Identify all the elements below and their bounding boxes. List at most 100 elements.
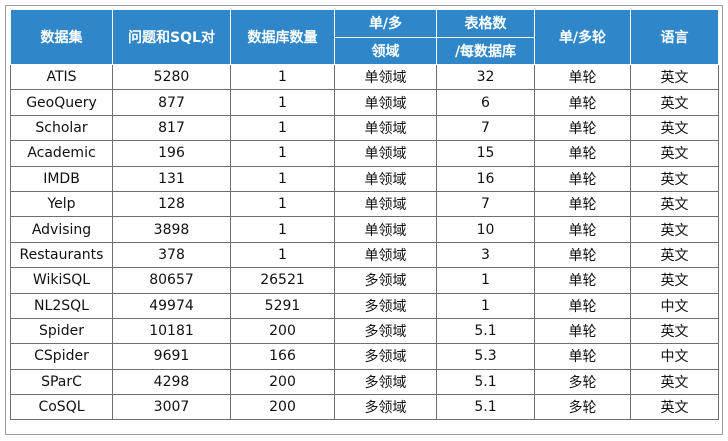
cell-dataset: Spider <box>10 317 113 345</box>
cell-db-count: 1 <box>230 114 335 142</box>
cell-domain: 多领域 <box>334 292 437 319</box>
table-body: ATIS 5280 1 单领域 32 单轮 英文 GeoQuery 877 1 单领域 6 单轮 英文 Sc… <box>10 63 719 421</box>
table-row: Advising 3898 1 单领域 10 单轮 英文 <box>10 216 719 243</box>
cell-pairs: 3898 <box>112 216 231 243</box>
header-turns: 单/多轮 <box>534 9 631 65</box>
cell-pairs: 3007 <box>112 394 231 421</box>
cell-tables: 7 <box>436 114 535 142</box>
cell-domain: 多领域 <box>334 343 437 370</box>
cell-pairs: 49974 <box>112 292 231 319</box>
cell-turns: 多轮 <box>534 394 631 421</box>
cell-db-count: 1 <box>230 165 335 192</box>
cell-db-count: 166 <box>230 343 335 370</box>
dataset-table: 数据集 问题和SQL对 数据库数量 单/多 表格数 单/多轮 语言 领域 /每数… <box>10 9 719 421</box>
table-row: Scholar 817 1 单领域 7 单轮 英文 <box>10 114 719 142</box>
header-language: 语言 <box>630 9 719 65</box>
cell-domain: 多领域 <box>334 317 437 345</box>
cell-domain: 单领域 <box>334 114 437 142</box>
cell-db-count: 1 <box>230 241 335 269</box>
cell-dataset: Yelp <box>10 190 113 218</box>
cell-domain: 多领域 <box>334 368 437 396</box>
table-header: 数据集 问题和SQL对 数据库数量 单/多 表格数 单/多轮 语言 领域 /每数… <box>10 9 719 65</box>
cell-language: 英文 <box>630 368 719 396</box>
cell-tables: 5.3 <box>436 343 535 370</box>
cell-dataset: IMDB <box>10 165 113 192</box>
cell-tables: 5.1 <box>436 394 535 421</box>
cell-db-count: 5291 <box>230 292 335 319</box>
cell-db-count: 200 <box>230 394 335 421</box>
table-row: NL2SQL 49974 5291 多领域 1 单轮 中文 <box>10 292 719 319</box>
cell-pairs: 196 <box>112 140 231 167</box>
cell-tables: 5.1 <box>436 368 535 396</box>
cell-turns: 单轮 <box>534 140 631 167</box>
cell-turns: 多轮 <box>534 368 631 396</box>
table-frame: 数据集 问题和SQL对 数据库数量 单/多 表格数 单/多轮 语言 领域 /每数… <box>5 5 723 435</box>
table-row: Yelp 128 1 单领域 7 单轮 英文 <box>10 190 719 218</box>
cell-language: 英文 <box>630 216 719 243</box>
cell-pairs: 80657 <box>112 267 231 294</box>
cell-turns: 单轮 <box>534 63 631 91</box>
cell-tables: 6 <box>436 89 535 116</box>
cell-tables: 5.1 <box>436 317 535 345</box>
cell-pairs: 131 <box>112 165 231 192</box>
header-db-count: 数据库数量 <box>230 9 335 65</box>
cell-turns: 单轮 <box>534 343 631 370</box>
header-dataset: 数据集 <box>10 9 113 65</box>
cell-language: 英文 <box>630 63 719 91</box>
cell-domain: 多领域 <box>334 394 437 421</box>
cell-pairs: 817 <box>112 114 231 142</box>
table-row: GeoQuery 877 1 单领域 6 单轮 英文 <box>10 89 719 116</box>
cell-db-count: 1 <box>230 63 335 91</box>
cell-domain: 单领域 <box>334 190 437 218</box>
cell-pairs: 877 <box>112 89 231 116</box>
cell-dataset: Restaurants <box>10 241 113 269</box>
cell-tables: 1 <box>436 292 535 319</box>
header-tables-top: 表格数 <box>436 9 535 38</box>
cell-domain: 单领域 <box>334 216 437 243</box>
cell-dataset: NL2SQL <box>10 292 113 319</box>
table-row: SParC 4298 200 多领域 5.1 多轮 英文 <box>10 368 719 396</box>
table-row: Spider 10181 200 多领域 5.1 单轮 英文 <box>10 317 719 345</box>
table-row: Academic 196 1 单领域 15 单轮 英文 <box>10 140 719 167</box>
cell-db-count: 1 <box>230 190 335 218</box>
cell-tables: 1 <box>436 267 535 294</box>
cell-language: 英文 <box>630 190 719 218</box>
cell-dataset: ATIS <box>10 63 113 91</box>
cell-dataset: WikiSQL <box>10 267 113 294</box>
cell-language: 英文 <box>630 267 719 294</box>
cell-turns: 单轮 <box>534 165 631 192</box>
cell-tables: 10 <box>436 216 535 243</box>
cell-domain: 单领域 <box>334 63 437 91</box>
cell-language: 英文 <box>630 317 719 345</box>
table-row: CSpider 9691 166 多领域 5.3 单轮 中文 <box>10 343 719 370</box>
cell-dataset: SParC <box>10 368 113 396</box>
cell-dataset: GeoQuery <box>10 89 113 116</box>
table-row: WikiSQL 80657 26521 多领域 1 单轮 英文 <box>10 267 719 294</box>
cell-tables: 7 <box>436 190 535 218</box>
cell-turns: 单轮 <box>534 114 631 142</box>
cell-pairs: 10181 <box>112 317 231 345</box>
cell-dataset: Advising <box>10 216 113 243</box>
cell-domain: 单领域 <box>334 140 437 167</box>
cell-language: 中文 <box>630 343 719 370</box>
header-tables-bottom: /每数据库 <box>436 36 535 65</box>
cell-language: 英文 <box>630 394 719 421</box>
cell-tables: 3 <box>436 241 535 269</box>
header-pairs: 问题和SQL对 <box>112 9 231 65</box>
cell-domain: 单领域 <box>334 241 437 269</box>
cell-turns: 单轮 <box>534 190 631 218</box>
table-row: Restaurants 378 1 单领域 3 单轮 英文 <box>10 241 719 269</box>
cell-tables: 16 <box>436 165 535 192</box>
cell-turns: 单轮 <box>534 267 631 294</box>
cell-pairs: 5280 <box>112 63 231 91</box>
cell-domain: 单领域 <box>334 89 437 116</box>
cell-pairs: 4298 <box>112 368 231 396</box>
cell-db-count: 1 <box>230 140 335 167</box>
cell-language: 中文 <box>630 292 719 319</box>
cell-db-count: 200 <box>230 317 335 345</box>
table-row: ATIS 5280 1 单领域 32 单轮 英文 <box>10 63 719 91</box>
cell-pairs: 378 <box>112 241 231 269</box>
cell-language: 英文 <box>630 241 719 269</box>
cell-turns: 单轮 <box>534 292 631 319</box>
cell-language: 英文 <box>630 89 719 116</box>
